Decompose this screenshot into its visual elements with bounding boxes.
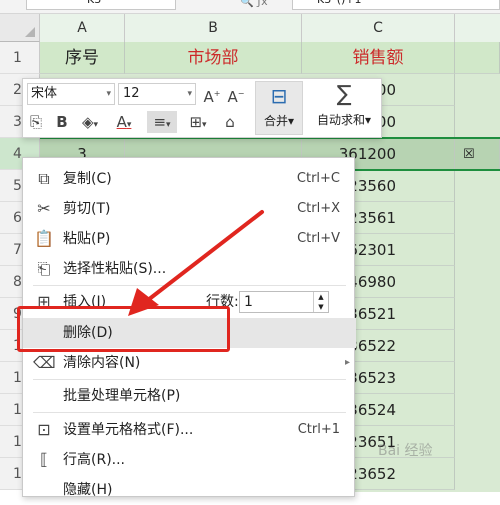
menu-separator (33, 412, 346, 413)
copy-icon: ⧉ (38, 169, 50, 188)
font-size-select[interactable]: 12 ▾ (118, 83, 196, 105)
cell-c1[interactable]: 销售额 (302, 42, 455, 74)
decrease-font-icon[interactable]: A− (225, 83, 247, 106)
select-all-corner[interactable] (0, 14, 40, 42)
menu-item-paste[interactable]: 📋 粘贴(P) Ctrl+V (23, 224, 356, 254)
rows-count-value: 1 (244, 294, 253, 310)
merge-icon: ⊟ (270, 84, 288, 108)
scissors-icon: ✂ (37, 199, 51, 218)
paste-special-icon: ⎗ (37, 259, 51, 278)
chevron-down-icon: ▾ (187, 89, 192, 99)
cell-d1[interactable] (455, 42, 500, 74)
spinner-arrows-icon[interactable]: ▲ ▼ (313, 292, 328, 312)
name-box[interactable]: K3 (26, 0, 176, 10)
rows-count-input[interactable]: 1 ▲ ▼ (239, 291, 329, 313)
menu-label: 选择性粘贴(S)... (63, 261, 167, 277)
menu-label: 隐藏(H) (63, 482, 113, 498)
borders-icon[interactable]: ⊞▾ (183, 111, 213, 133)
cell-d4[interactable] (455, 138, 500, 170)
eraser-icon[interactable]: ⌂ (219, 111, 241, 133)
format-cells-icon: ⊡ (37, 420, 51, 439)
menu-item-row-height[interactable]: ⟦ 行高(R)... (23, 445, 356, 475)
sigma-icon: ∑ (336, 82, 352, 107)
font-color-icon[interactable]: A▾ (109, 111, 139, 133)
column-header-c[interactable]: C (302, 14, 455, 42)
menu-shortcut: Ctrl+1 (297, 422, 340, 437)
column-header-d[interactable] (455, 14, 500, 42)
menu-label: 复制(C) (63, 171, 112, 187)
menu-separator (33, 379, 346, 380)
row-header-1[interactable]: 1 (0, 42, 40, 74)
menu-label: 批量处理单元格(P) (63, 388, 181, 404)
checkbox-icon[interactable]: ☒ (463, 147, 475, 162)
row-height-icon: ⟦ (40, 450, 48, 469)
font-size-value: 12 (123, 86, 140, 101)
watermark: Bai 经验 (378, 443, 433, 459)
menu-shortcut: Ctrl+C (296, 171, 340, 186)
menu-shortcut: Ctrl+X (297, 201, 340, 216)
menu-item-cut[interactable]: ✂ 剪切(T) Ctrl+X (23, 194, 356, 224)
menu-label: 设置单元格格式(F)... (63, 422, 194, 438)
align-center-icon[interactable]: ≡▾ (147, 111, 177, 133)
menu-item-format-cells[interactable]: ⊡ 设置单元格格式(F)... Ctrl+1 (23, 415, 356, 445)
autosum-label: 自动求和▾ (316, 113, 372, 127)
formula-icons[interactable]: 🔍 ƒx (240, 0, 268, 8)
fill-color-icon[interactable]: ◈▾ (75, 111, 105, 133)
increase-font-icon[interactable]: A+ (201, 83, 223, 106)
menu-separator (33, 285, 346, 286)
chevron-down-icon: ▾ (106, 89, 111, 99)
eraser-icon: ⌫ (33, 353, 56, 372)
bold-icon[interactable]: B (51, 111, 73, 133)
mini-toolbar: 宋体 ▾ 12 ▾ A+ A− ⎘ B ◈▾ A▾ ≡▾ ⊞▾ ⌂ ⊟ 合并▾ … (22, 78, 382, 138)
cell-a1[interactable]: 序号 (40, 42, 125, 74)
menu-item-paste-special[interactable]: ⎗ 选择性粘贴(S)... (23, 254, 356, 284)
formula-input[interactable]: K3*()+1 (292, 0, 500, 10)
menu-label: 粘贴(P) (63, 231, 111, 247)
chevron-right-icon: ▸ (344, 357, 350, 368)
menu-item-hide[interactable]: 隐藏(H) (23, 475, 356, 505)
cell-b1[interactable]: 市场部 (125, 42, 302, 74)
menu-shortcut: Ctrl+V (297, 231, 340, 246)
menu-item-copy[interactable]: ⧉ 复制(C) Ctrl+C (23, 164, 356, 194)
font-name-select[interactable]: 宋体 ▾ (27, 83, 115, 105)
merge-label: 合并▾ (263, 114, 295, 128)
annotation-highlight-box (17, 306, 230, 352)
merge-button[interactable]: ⊟ 合并▾ (255, 81, 303, 135)
column-header-a[interactable]: A (40, 14, 125, 42)
menu-label: 清除内容(N) (63, 355, 141, 371)
clipboard-icon: 📋 (34, 229, 54, 248)
autosum-button[interactable]: ∑ 自动求和▾ (307, 81, 381, 135)
menu-item-clear-contents[interactable]: ⌫ 清除内容(N) ▸ (23, 348, 356, 378)
menu-item-batch-process[interactable]: 批量处理单元格(P) (23, 381, 356, 411)
format-painter-icon[interactable]: ⎘ (25, 111, 47, 133)
font-name-value: 宋体 (31, 86, 58, 101)
menu-label: 行高(R)... (63, 452, 126, 468)
column-header-b[interactable]: B (125, 14, 302, 42)
menu-label: 剪切(T) (63, 201, 111, 217)
